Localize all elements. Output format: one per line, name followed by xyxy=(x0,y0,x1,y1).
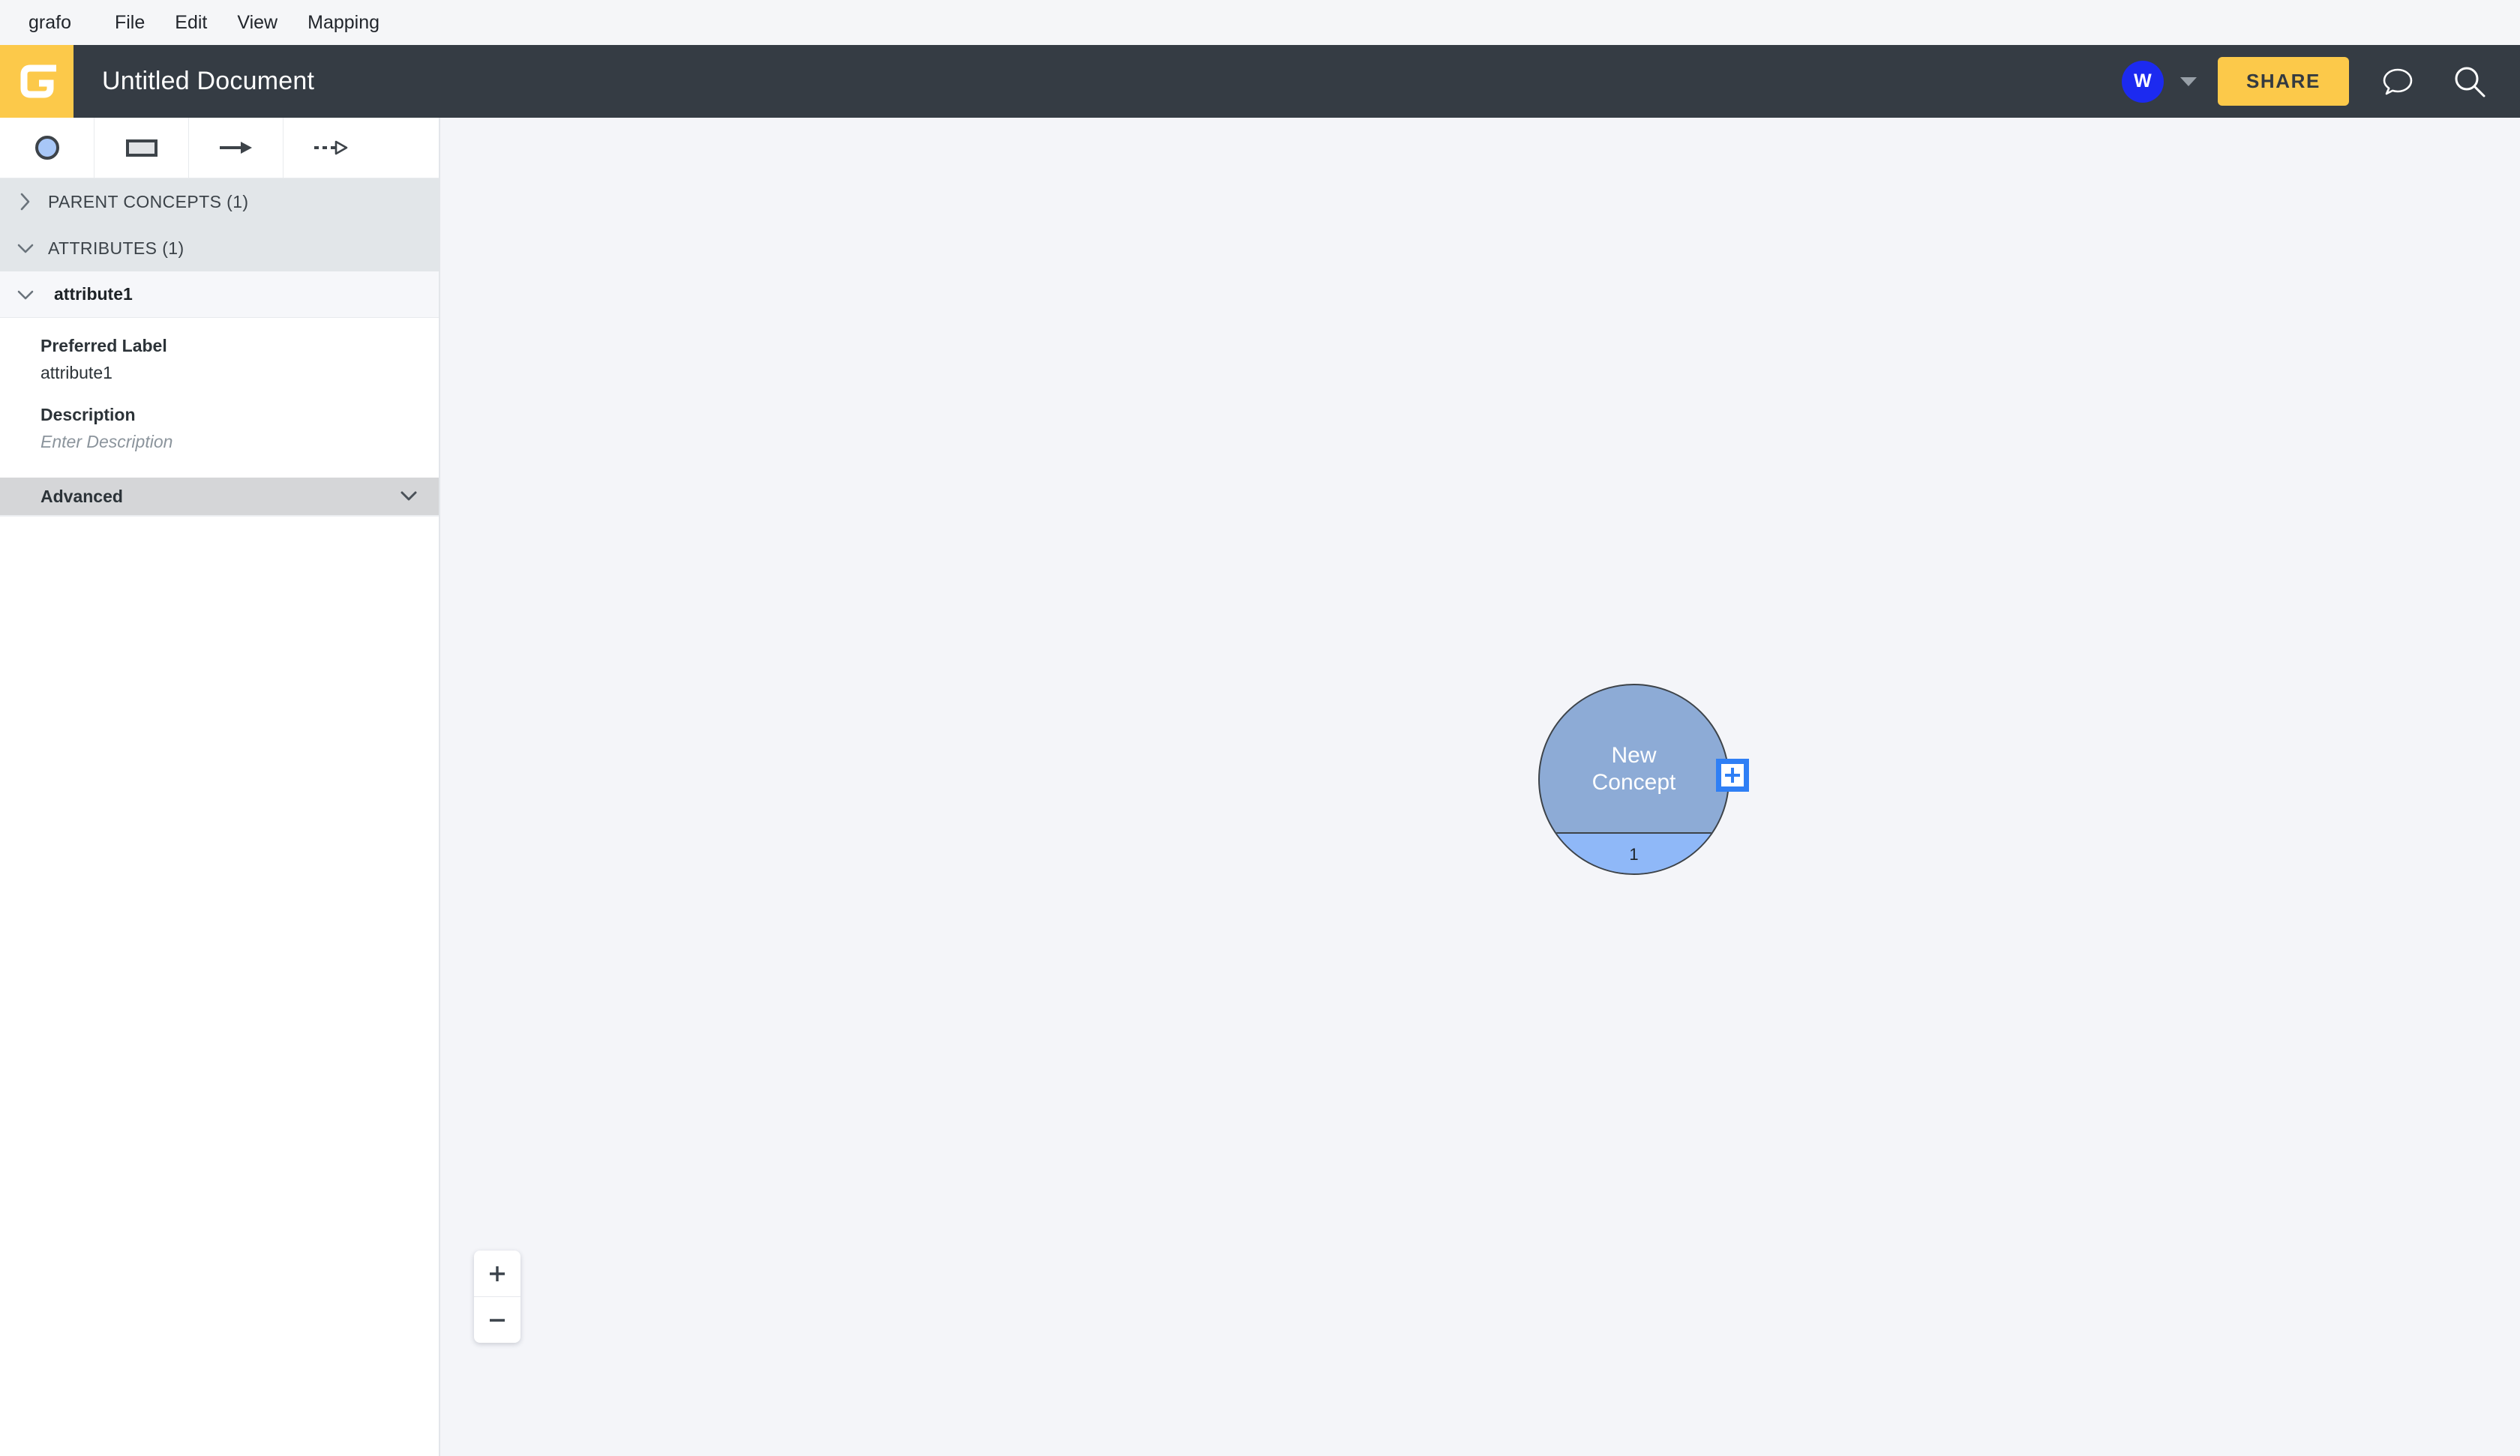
section-parent-concepts[interactable]: PARENT CONCEPTS (1) xyxy=(0,178,439,225)
tool-relation-arrow[interactable] xyxy=(189,118,284,178)
speech-bubble-icon xyxy=(2383,68,2413,94)
rectangle-icon xyxy=(125,139,158,157)
app-logo[interactable] xyxy=(0,45,74,118)
chevron-down-icon xyxy=(14,241,38,255)
dashed-arrow-icon xyxy=(314,140,347,155)
search-icon xyxy=(2455,67,2486,97)
comments-button[interactable] xyxy=(2374,58,2421,105)
tool-subclass-arrow[interactable] xyxy=(284,118,377,178)
concept-node[interactable]: 1 New Concept xyxy=(1538,684,1749,875)
grafo-logo-icon xyxy=(20,64,56,98)
description-field[interactable]: Enter Description xyxy=(40,432,439,452)
advanced-toggle[interactable]: Advanced xyxy=(0,478,439,517)
plus-icon xyxy=(490,1266,505,1281)
header-actions: W SHARE xyxy=(2121,57,2520,106)
attribute-form: Preferred Label attribute1 Description E… xyxy=(0,318,439,478)
advanced-label: Advanced xyxy=(40,486,123,506)
menu-view[interactable]: View xyxy=(222,0,292,45)
zoom-out-button[interactable] xyxy=(474,1296,520,1343)
menu-edit[interactable]: Edit xyxy=(160,0,222,45)
tool-rectangle[interactable] xyxy=(94,118,189,178)
menu-mapping[interactable]: Mapping xyxy=(292,0,394,45)
preferred-label-label: Preferred Label xyxy=(40,336,167,355)
section-attributes[interactable]: ATTRIBUTES (1) xyxy=(0,225,439,271)
share-button[interactable]: SHARE xyxy=(2217,57,2349,106)
shape-toolbar xyxy=(0,118,439,178)
avatar[interactable]: W xyxy=(2121,60,2164,103)
menu-brand[interactable]: grafo xyxy=(21,0,100,45)
chevron-right-icon xyxy=(14,192,38,211)
concept-node-label: New Concept xyxy=(1538,742,1730,796)
chevron-down-icon[interactable] xyxy=(2180,76,2197,86)
document-title[interactable]: Untitled Document xyxy=(102,67,314,96)
add-node-button[interactable] xyxy=(1716,759,1749,792)
menu-bar: grafo File Edit View Mapping xyxy=(0,0,2520,45)
concept-node-label-line2: Concept xyxy=(1592,770,1676,795)
description-label: Description xyxy=(40,405,136,424)
app-header: Untitled Document W SHARE xyxy=(0,45,2520,118)
search-button[interactable] xyxy=(2446,58,2493,105)
circle-icon xyxy=(34,136,59,160)
attribute-item[interactable]: attribute1 xyxy=(0,271,439,318)
graph-canvas[interactable]: 1 New Concept xyxy=(440,118,2520,1456)
section-attributes-label: ATTRIBUTES (1) xyxy=(48,238,184,258)
tool-concept-circle[interactable] xyxy=(0,118,94,178)
minus-icon xyxy=(490,1318,505,1322)
chevron-down-icon xyxy=(14,288,38,301)
preferred-label-field[interactable]: attribute1 xyxy=(40,363,439,383)
section-parent-concepts-label: PARENT CONCEPTS (1) xyxy=(48,191,249,211)
chevron-down-icon xyxy=(398,487,419,507)
concept-node-attribute-count: 1 xyxy=(1540,832,1728,873)
concept-node-label-line1: New xyxy=(1611,743,1657,768)
menu-file[interactable]: File xyxy=(100,0,160,45)
left-panel: PARENT CONCEPTS (1) ATTRIBUTES (1) attri… xyxy=(0,118,440,1456)
zoom-in-button[interactable] xyxy=(474,1251,520,1296)
zoom-controls xyxy=(474,1251,520,1343)
attribute-item-label: attribute1 xyxy=(54,284,133,304)
plus-icon xyxy=(1725,768,1740,783)
arrow-icon xyxy=(219,142,252,154)
